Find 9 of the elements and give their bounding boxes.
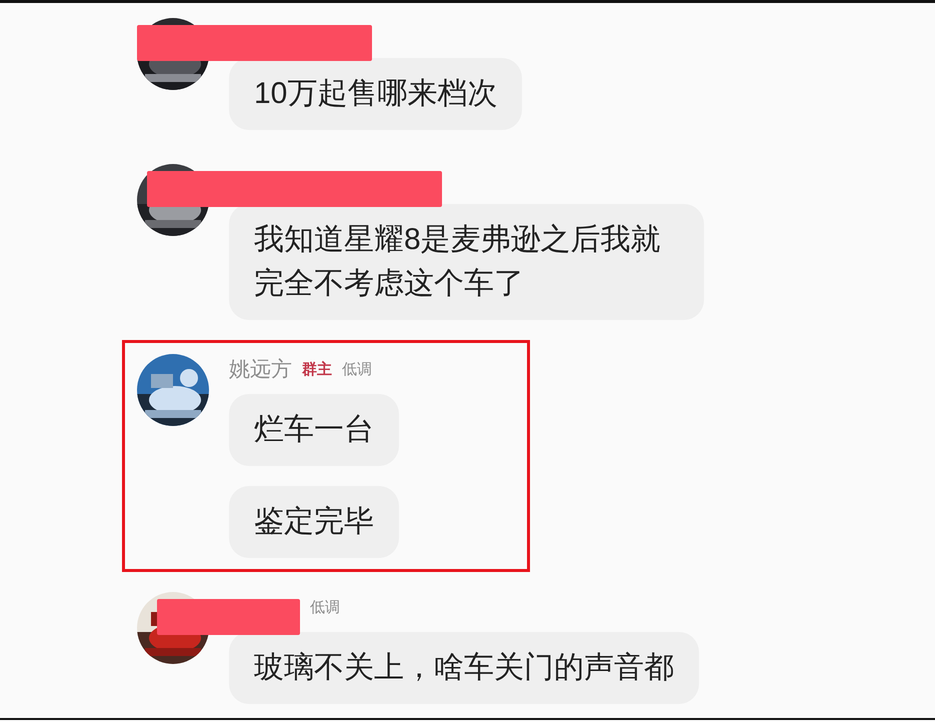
message-bubble: 鉴定完毕 <box>229 486 399 558</box>
message-bubble: 我知道星耀8是麦弗逊之后我就完全不考虑这个车了 <box>229 204 704 320</box>
sender-name: 姚远方 <box>229 357 292 383</box>
owner-tag: 群主 <box>302 360 332 378</box>
level-tag: 低调 <box>310 598 340 616</box>
message-bubble: 10万起售哪来档次 <box>229 58 522 130</box>
message-bubble: 玻璃不关上，啥车关门的声音都 <box>229 632 699 704</box>
message-bubble: 烂车一台 <box>229 394 399 466</box>
level-tag: 低调 <box>342 360 372 378</box>
